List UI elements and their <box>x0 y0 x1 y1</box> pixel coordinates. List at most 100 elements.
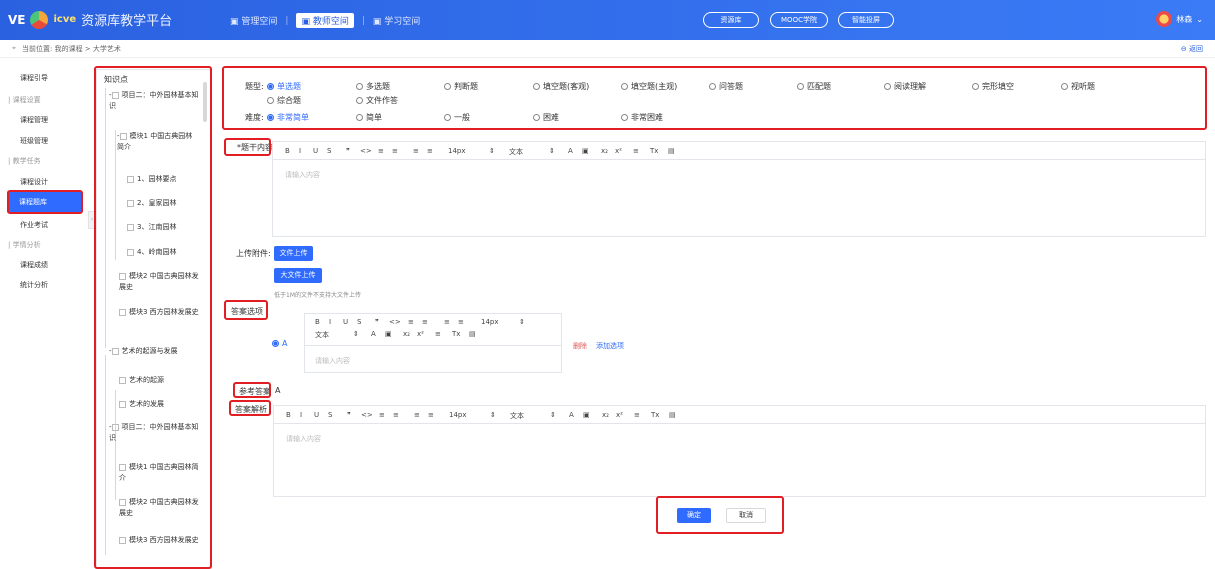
radio-hard[interactable]: 困难 <box>533 112 559 123</box>
radio-reading[interactable]: 阅读理解 <box>884 81 926 92</box>
radio-file-answer[interactable]: 文件作答 <box>356 95 398 106</box>
nav-learning-space[interactable]: ▣ 学习空间 <box>373 14 420 27</box>
stem-editor[interactable]: B I U S ❞ <> ≡ ≡ ≡ ≡ 14px ⇕ 文本 ⇕ A ▣ x₂ … <box>272 141 1206 237</box>
analysis-editor[interactable]: B I U S ❞ <> ≡ ≡ ≡ ≡ 14px ⇕ 文本 ⇕ A ▣ x₂ … <box>273 405 1206 497</box>
user-menu[interactable]: 林森 ⌄ <box>1156 11 1203 27</box>
background-color-button[interactable]: ▣ <box>583 411 590 419</box>
nav-manage-space[interactable]: ▣ 管理空间 <box>230 14 277 27</box>
nav-teacher-space[interactable]: ▣ 教师空间 <box>296 13 354 28</box>
bold-button[interactable]: B <box>285 147 290 155</box>
bold-button[interactable]: B <box>286 411 291 419</box>
block-format-select[interactable]: 文本 <box>510 411 524 421</box>
align-button[interactable]: ≡ <box>634 411 640 419</box>
sidebar-item-course-management[interactable]: 课程管理 <box>20 115 48 125</box>
superscript-button[interactable]: x² <box>417 330 424 338</box>
tree-node[interactable]: 模块2 中国古典园林发展史 <box>119 271 199 293</box>
italic-button[interactable]: I <box>300 411 302 419</box>
outdent-button[interactable]: ≡ <box>458 318 464 326</box>
tree-node[interactable]: 2、皇家园林 <box>127 198 176 209</box>
option-a-radio[interactable]: A <box>272 339 287 348</box>
quote-button[interactable]: ❞ <box>375 318 379 326</box>
add-option-link[interactable]: 添加选项 <box>596 341 624 351</box>
font-size-select[interactable]: 14px <box>449 411 467 419</box>
tree-node[interactable]: 艺术的发展 <box>119 399 164 410</box>
background-color-button[interactable]: ▣ <box>385 330 392 338</box>
radio-audiovisual[interactable]: 视听题 <box>1061 81 1095 92</box>
ordered-list-button[interactable]: ≡ <box>379 411 385 419</box>
cancel-button[interactable]: 取消 <box>726 508 766 523</box>
tree-node[interactable]: - 项目二：中外园林基本知识 <box>109 422 201 444</box>
mooc-button[interactable]: MOOC学院 <box>770 12 828 28</box>
image-icon[interactable]: ▤ <box>469 330 476 338</box>
sidebar-item-class-management[interactable]: 班级管理 <box>20 136 48 146</box>
subscript-button[interactable]: x₂ <box>403 330 410 338</box>
file-upload-button[interactable]: 文件上传 <box>274 246 313 261</box>
strike-button[interactable]: S <box>357 318 361 326</box>
strike-button[interactable]: S <box>327 147 331 155</box>
subscript-button[interactable]: x₂ <box>601 147 608 155</box>
indent-button[interactable]: ≡ <box>413 147 419 155</box>
indent-button[interactable]: ≡ <box>444 318 450 326</box>
sidebar-item-course-design[interactable]: 课程设计 <box>20 177 48 187</box>
block-format-select[interactable]: 文本 <box>315 330 329 340</box>
italic-button[interactable]: I <box>299 147 301 155</box>
resource-library-button[interactable]: 资源库 <box>703 12 759 28</box>
radio-single-choice[interactable]: 单选题 <box>267 81 301 92</box>
strike-button[interactable]: S <box>328 411 332 419</box>
underline-button[interactable]: U <box>313 147 318 155</box>
quote-button[interactable]: ❞ <box>347 411 351 419</box>
ordered-list-button[interactable]: ≡ <box>378 147 384 155</box>
code-button[interactable]: <> <box>389 318 401 326</box>
clear-format-button[interactable]: Tx <box>651 411 659 419</box>
bullet-list-button[interactable]: ≡ <box>422 318 428 326</box>
radio-judgement[interactable]: 判断题 <box>444 81 478 92</box>
align-button[interactable]: ≡ <box>435 330 441 338</box>
sidebar-item-course-guide[interactable]: 课程引导 <box>20 73 48 83</box>
tree-node[interactable]: 模块2 中国古典园林发展史 <box>119 497 199 519</box>
tree-node[interactable]: 模块3 西方园林发展史 <box>119 307 199 318</box>
block-format-select[interactable]: 文本 <box>509 147 523 157</box>
bullet-list-button[interactable]: ≡ <box>393 411 399 419</box>
smart-screen-button[interactable]: 智能投屏 <box>838 12 894 28</box>
ordered-list-button[interactable]: ≡ <box>408 318 414 326</box>
radio-medium[interactable]: 一般 <box>444 112 470 123</box>
sidebar-item-question-bank[interactable]: 课程题库 <box>7 191 82 213</box>
radio-multiple-choice[interactable]: 多选题 <box>356 81 390 92</box>
code-button[interactable]: <> <box>361 411 373 419</box>
indent-button[interactable]: ≡ <box>414 411 420 419</box>
option-a-editor[interactable]: B I U S ❞ <> ≡ ≡ ≡ ≡ 14px ⇕ 文本 ⇕ A ▣ x₂ … <box>304 313 562 373</box>
sidebar-item-course-score[interactable]: 课程成绩 <box>20 260 48 270</box>
tree-node[interactable]: 1、园林要点 <box>127 174 176 185</box>
background-color-button[interactable]: ▣ <box>582 147 589 155</box>
radio-qa[interactable]: 问答题 <box>709 81 743 92</box>
font-size-select[interactable]: 14px <box>481 318 499 326</box>
bullet-list-button[interactable]: ≡ <box>392 147 398 155</box>
tree-node[interactable]: 模块3 西方园林发展史 <box>119 535 199 546</box>
tree-node[interactable]: 3、江南园林 <box>127 222 176 233</box>
font-color-button[interactable]: A <box>568 147 573 155</box>
radio-very-easy[interactable]: 非常简单 <box>267 112 309 123</box>
superscript-button[interactable]: x² <box>615 147 622 155</box>
delete-option-link[interactable]: 删除 <box>573 341 587 351</box>
clear-format-button[interactable]: Tx <box>650 147 658 155</box>
code-button[interactable]: <> <box>360 147 372 155</box>
font-size-select[interactable]: 14px <box>448 147 466 155</box>
outdent-button[interactable]: ≡ <box>427 147 433 155</box>
tree-node[interactable]: 艺术的起源 <box>119 375 164 386</box>
font-color-button[interactable]: A <box>371 330 376 338</box>
radio-very-hard[interactable]: 非常困难 <box>621 112 663 123</box>
radio-fill-objective[interactable]: 填空题(客观) <box>533 81 589 92</box>
tree-node[interactable]: 模块1 中国古典园林简介 <box>119 462 199 484</box>
sidebar-item-homework-exam[interactable]: 作业考试 <box>20 220 48 230</box>
font-color-button[interactable]: A <box>569 411 574 419</box>
italic-button[interactable]: I <box>329 318 331 326</box>
knowledge-scrollbar[interactable] <box>203 82 207 122</box>
image-icon[interactable]: ▤ <box>668 147 675 155</box>
radio-fill-subjective[interactable]: 填空题(主观) <box>621 81 677 92</box>
radio-matching[interactable]: 匹配题 <box>797 81 831 92</box>
big-file-upload-button[interactable]: 大文件上传 <box>274 268 322 283</box>
radio-cloze[interactable]: 完形填空 <box>972 81 1014 92</box>
quote-button[interactable]: ❞ <box>346 147 350 155</box>
image-icon[interactable]: ▤ <box>669 411 676 419</box>
align-button[interactable]: ≡ <box>633 147 639 155</box>
